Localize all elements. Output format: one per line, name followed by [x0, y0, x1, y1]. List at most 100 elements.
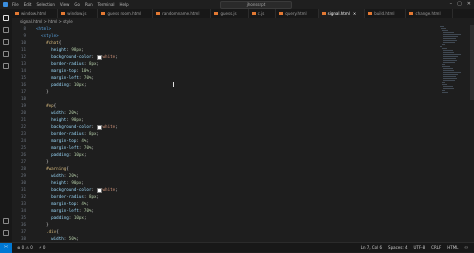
code-text: border-radius: 8px;	[51, 194, 100, 199]
minimap[interactable]	[440, 25, 468, 242]
code-line[interactable]: 29 width: 20%;	[12, 172, 440, 179]
code-line[interactable]: 21 height: 90px;	[12, 116, 440, 123]
explorer-icon[interactable]	[3, 15, 9, 21]
editor-tab[interactable]: guess.js	[211, 9, 249, 18]
code-line[interactable]: 12 background-color: white;	[12, 53, 440, 60]
status-item[interactable]: ⚇	[464, 245, 468, 250]
code-line[interactable]: 35 padding: 10px;	[12, 214, 440, 221]
code-line[interactable]: 20 width: 20%;	[12, 109, 440, 116]
minimap-line	[443, 58, 456, 59]
minimap-line	[443, 62, 455, 63]
code-text: }	[36, 89, 49, 94]
line-number: 23	[20, 131, 26, 136]
code-line[interactable]: 17 }	[12, 88, 440, 95]
breadcrumb[interactable]: signal.html > html > style	[12, 18, 432, 25]
extensions-icon[interactable]	[3, 63, 9, 69]
code-line[interactable]: 28 #warning{	[12, 165, 440, 172]
code-line[interactable]: 11 height: 98px;	[12, 46, 440, 53]
minimap-line	[443, 60, 457, 61]
code-line[interactable]: 19 #ep{	[12, 102, 440, 109]
line-number: 19	[20, 103, 26, 108]
menu-item[interactable]: File	[12, 2, 19, 7]
maximize-icon[interactable]: ▢	[457, 1, 462, 7]
minimap-line	[442, 48, 447, 49]
code-line[interactable]: 36 }	[12, 221, 440, 228]
editor-tab[interactable]: change.html	[406, 9, 453, 18]
account-icon[interactable]	[3, 218, 9, 224]
settings-gear-icon[interactable]	[3, 230, 9, 236]
code-line[interactable]: 26 padding: 10px;	[12, 151, 440, 158]
code-line[interactable]: 8 <html>	[12, 25, 440, 32]
editor-tab[interactable]: randomname.html	[153, 9, 212, 18]
code-line[interactable]: 32 border-radius: 8px;	[12, 193, 440, 200]
editor-tab[interactable]: window.html	[12, 9, 59, 18]
code-line[interactable]: 38 width: 50%;	[12, 235, 440, 242]
code-text: margin-left: 70%;	[51, 75, 95, 80]
status-item[interactable]: CRLF	[431, 245, 441, 250]
code-line[interactable]: 25 margin-left: 70%;	[12, 144, 440, 151]
editor-tab[interactable]: build.html	[365, 9, 407, 18]
code-line[interactable]: 22 background-color: white;	[12, 123, 440, 130]
editor-scrollbar[interactable]	[470, 25, 474, 100]
menu-item[interactable]: Go	[74, 2, 80, 7]
line-number: 34	[20, 208, 26, 213]
editor-tab[interactable]: signal.html ×	[318, 9, 366, 18]
status-item[interactable]: ⚡ 0	[39, 245, 46, 250]
minimap-line	[443, 88, 454, 89]
color-swatch-icon[interactable]	[96, 124, 102, 130]
code-line[interactable]: 14 margin-top: 10%;	[12, 67, 440, 74]
line-number: 21	[20, 117, 26, 122]
code-line[interactable]: 34 margin-left: 70%;	[12, 207, 440, 214]
minimap-line	[443, 34, 461, 35]
run-debug-icon[interactable]	[3, 51, 9, 57]
search-icon[interactable]	[3, 27, 9, 33]
code-line[interactable]: 9 <style>	[12, 32, 440, 39]
color-swatch-icon[interactable]	[96, 54, 102, 60]
status-item[interactable]: ⊗ 0 ⚠ 0	[17, 245, 33, 250]
command-center-search[interactable]: jhonssrpt	[220, 1, 292, 9]
code-line[interactable]: 37 .div{	[12, 228, 440, 235]
minimap-line	[443, 36, 458, 37]
menu-item[interactable]: Edit	[24, 2, 32, 7]
code-line[interactable]: 30 height: 90px;	[12, 179, 440, 186]
status-item[interactable]: Spaces: 4	[388, 245, 407, 250]
code-line[interactable]: 15 margin-left: 70%;	[12, 74, 440, 81]
menu-item[interactable]: Selection	[36, 2, 54, 7]
code-line[interactable]: 10 #chat{	[12, 39, 440, 46]
editor-tab[interactable]: query.html	[276, 9, 319, 18]
code-line[interactable]: 18	[12, 95, 440, 102]
source-control-icon[interactable]	[3, 39, 9, 45]
color-swatch-icon[interactable]	[96, 187, 102, 193]
code-text: margin-left: 70%;	[51, 208, 95, 213]
code-text: border-radius: 8px;	[51, 61, 100, 66]
status-item[interactable]: UTF-8	[413, 245, 425, 250]
line-number: 35	[20, 215, 26, 220]
minimap-line	[442, 90, 445, 91]
code-line[interactable]: 13 border-radius: 8px;	[12, 60, 440, 67]
minimize-icon[interactable]: –	[450, 1, 453, 7]
editor-tab[interactable]: guess room.html	[98, 9, 154, 18]
menu-item[interactable]: Terminal	[98, 2, 115, 7]
tab-close-icon[interactable]: ×	[353, 11, 356, 16]
status-item[interactable]: HTML	[447, 245, 458, 250]
status-right: Ln 7, Col 6 Spaces: 4 UTF-8 CRLF HTML ⚇	[361, 245, 468, 250]
close-icon[interactable]: ✕	[467, 1, 471, 7]
code-line[interactable]: 27 }	[12, 158, 440, 165]
code-line[interactable]: 33 margin-top: 4%;	[12, 200, 440, 207]
editor-tab[interactable]: c.js	[249, 9, 277, 18]
menu-item[interactable]: Run	[85, 2, 93, 7]
code-text: width: 20%;	[51, 110, 79, 115]
code-editor[interactable]: 8 <html> 9 <style> 10 #chat{11 height: 98px…	[12, 25, 440, 242]
code-line[interactable]: 16 padding: 10px;	[12, 81, 440, 88]
code-line[interactable]: 24 margin-top: 4%;	[12, 137, 440, 144]
code-line[interactable]: 31 background-color: white;	[12, 186, 440, 193]
menu-item[interactable]: View	[60, 2, 70, 7]
menu-item[interactable]: Help	[120, 2, 129, 7]
minimap-line	[441, 28, 447, 29]
editor-tab[interactable]: window.js	[58, 9, 99, 18]
remote-indicator-icon[interactable]: ›‹	[0, 242, 12, 253]
line-number: 33	[20, 201, 26, 206]
status-item[interactable]: Ln 7, Col 6	[361, 245, 382, 250]
tab-label: build.html	[374, 11, 395, 16]
code-line[interactable]: 23 border-radius: 8px;	[12, 130, 440, 137]
